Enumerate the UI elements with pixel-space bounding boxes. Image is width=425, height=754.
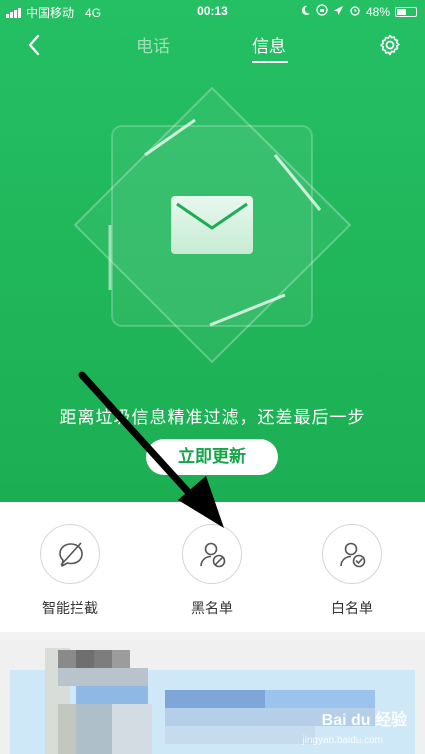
annotation-arrow <box>78 371 224 528</box>
